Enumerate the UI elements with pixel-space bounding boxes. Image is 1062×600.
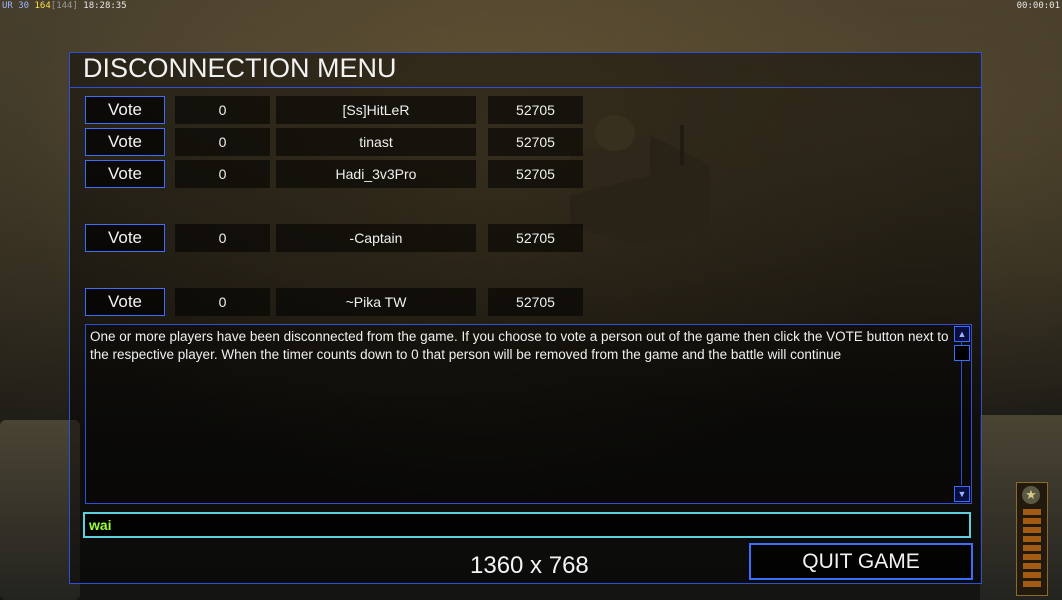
rank-bar [1023, 536, 1041, 542]
rank-meter: ★ [1016, 482, 1048, 596]
disconnect-timer: 52705 [488, 128, 583, 156]
disconnect-timer: 52705 [488, 288, 583, 316]
rank-bar [1023, 527, 1041, 533]
player-name: tinast [276, 128, 476, 156]
disconnect-timer: 52705 [488, 96, 583, 124]
title-divider [70, 87, 981, 88]
vote-button[interactable]: Vote [85, 288, 165, 316]
status-bracket: [144] [50, 1, 78, 11]
rank-bar [1023, 509, 1041, 515]
scroll-down-icon[interactable]: ▼ [954, 486, 970, 502]
status-left: UR 30 164[144] 18:28:35 [2, 0, 127, 12]
status-prefix: UR 30 [2, 1, 30, 11]
player-name: Hadi_3v3Pro [276, 160, 476, 188]
rank-bar [1023, 563, 1041, 569]
disconnect-timer: 52705 [488, 160, 583, 188]
vote-count: 0 [175, 160, 270, 188]
vote-count: 0 [175, 128, 270, 156]
rank-bar [1023, 581, 1041, 587]
status-bar: UR 30 164[144] 18:28:35 00:00:01 [0, 0, 1062, 12]
rank-bar [1023, 518, 1041, 524]
chat-box[interactable] [83, 512, 971, 538]
disconnect-timer: 52705 [488, 224, 583, 252]
chat-input[interactable] [89, 514, 959, 536]
vote-count: 0 [175, 224, 270, 252]
scroll-track[interactable] [961, 341, 962, 485]
vote-button[interactable]: Vote [85, 224, 165, 252]
player-name: [Ss]HitLeR [276, 96, 476, 124]
hud-left-panel [0, 420, 80, 600]
scroll-thumb[interactable] [954, 345, 970, 361]
vote-count: 0 [175, 96, 270, 124]
vote-button[interactable]: Vote [85, 96, 165, 124]
message-scrollbar[interactable]: ▲ ▼ [953, 325, 971, 503]
scroll-up-icon[interactable]: ▲ [954, 326, 970, 342]
rank-bar [1023, 545, 1041, 551]
player-name: -Captain [276, 224, 476, 252]
rank-bar [1023, 554, 1041, 560]
disconnection-menu: DISCONNECTION MENU Vote 0 [Ss]HitLeR 527… [69, 52, 982, 584]
game-timer: 00:00:01 [1016, 1, 1060, 11]
player-name: ~Pika TW [276, 288, 476, 316]
vote-count: 0 [175, 288, 270, 316]
message-box: One or more players have been disconnect… [85, 324, 972, 504]
status-value: 164 [34, 1, 51, 11]
resolution-label: 1360 x 768 [470, 552, 589, 579]
rank-star-icon: ★ [1022, 486, 1040, 504]
status-time: 18:28:35 [83, 1, 127, 11]
vote-button[interactable]: Vote [85, 128, 165, 156]
message-text: One or more players have been disconnect… [90, 329, 949, 362]
quit-game-button[interactable]: QUIT GAME [749, 543, 973, 580]
menu-title: DISCONNECTION MENU [83, 53, 397, 83]
rank-bar [1023, 572, 1041, 578]
vote-button[interactable]: Vote [85, 160, 165, 188]
